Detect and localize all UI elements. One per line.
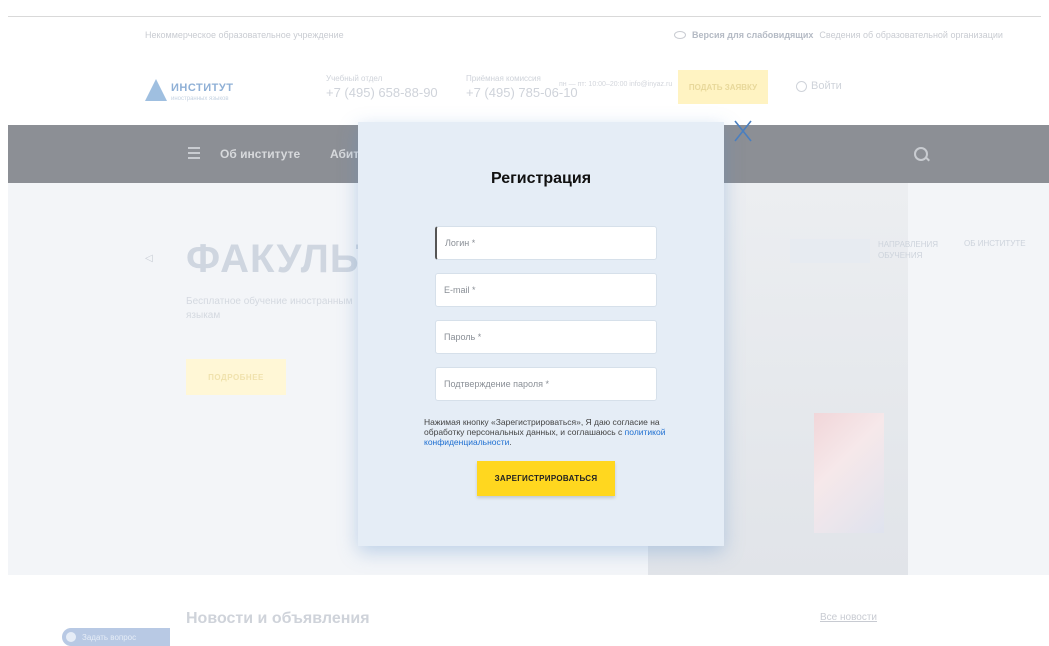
work-hours: пн — пт: 10:00–20:00 info@inyaz.ru [559,81,673,88]
eye-icon [674,31,686,39]
registration-modal: Регистрация Нажимая кнопку «Зарегистриро… [358,122,724,546]
login-label: Войти [811,80,842,92]
search-icon[interactable] [914,147,928,161]
logo-text-block: ИНСТИТУТ иностранных языков [171,78,233,102]
hero-more-button[interactable]: ПОДРОБНЕЕ [186,359,286,395]
org-info-link[interactable]: Сведения об образовательной организации [819,30,1002,40]
password-input[interactable] [435,320,657,354]
flag-image [814,413,884,533]
hamburger-menu-icon[interactable] [188,147,200,159]
page: Некоммерческое образовательное учреждени… [0,0,1049,646]
ask-question-chip[interactable]: Задать вопрос [62,628,170,646]
prev-slide-arrow-icon[interactable]: ◁ [145,253,153,264]
top-divider [8,16,1041,17]
chip-label: Задать вопрос [82,632,137,642]
password-confirm-input[interactable] [435,367,657,401]
all-news-link[interactable]: Все новости [820,612,877,623]
nav-item-about[interactable]: Об институте [220,147,300,161]
phone-study: Учебный отдел +7 (495) 658-88-90 [326,74,438,100]
chat-icon [66,632,76,642]
phone-study-number[interactable]: +7 (495) 658-88-90 [326,85,438,100]
phone-study-label: Учебный отдел [326,74,383,83]
logo-subtitle: иностранных языков [171,96,229,102]
hero-tab-directions[interactable]: НАПРАВЛЕНИЯ ОБУЧЕНИЯ [878,239,958,261]
email-input[interactable] [435,273,657,307]
login-link[interactable]: Войти [796,80,842,92]
apply-button[interactable]: ПОДАТЬ ЗАЯВКУ [678,70,768,104]
org-type-text: Некоммерческое образовательное учреждени… [145,30,344,40]
modal-title: Регистрация [490,170,592,187]
topbar-right: Версия для слабовидящих Сведения об обра… [674,30,1003,40]
hero-subtitle: Бесплатное обучение иностранным языкам [186,296,353,321]
user-icon [796,80,807,92]
hero-tab-active[interactable] [790,239,870,263]
topbar: Некоммерческое образовательное учреждени… [0,28,1049,42]
close-icon[interactable] [734,120,752,142]
logo-title: ИНСТИТУТ [171,82,234,94]
consent-text-block: Нажимая кнопку «Зарегистрироваться», Я д… [424,417,666,447]
login-input[interactable] [435,226,657,260]
site-header: ИНСТИТУТ иностранных языков Учебный отде… [0,66,1049,116]
register-button[interactable]: ЗАРЕГИСТРИРОВАТЬСЯ [477,461,615,496]
hero-tab-about[interactable]: ОБ ИНСТИТУТЕ [964,239,1026,248]
vision-version-link[interactable]: Версия для слабовидящих [692,30,813,40]
news-section-title: Новости и объявления [186,610,370,627]
logo-mark-icon [145,79,167,101]
logo[interactable]: ИНСТИТУТ иностранных языков [145,78,233,102]
